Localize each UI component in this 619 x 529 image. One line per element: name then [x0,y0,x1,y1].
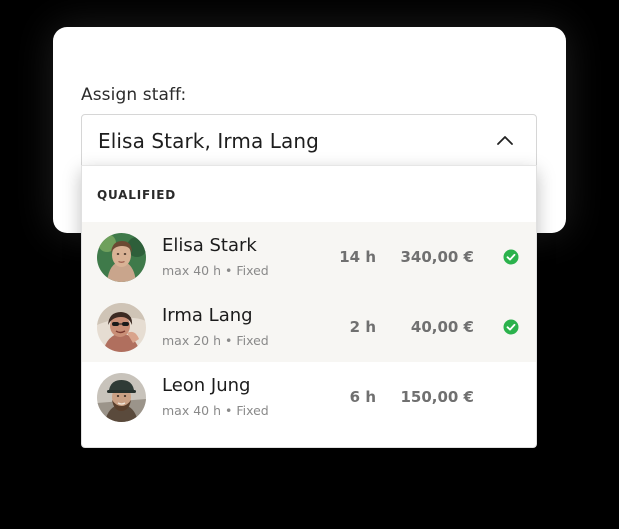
staff-select[interactable]: Elisa Stark, Irma Lang [81,114,537,166]
section-header-qualified: QUALIFIED [97,188,176,202]
avatar [97,233,146,282]
staff-cost: 150,00 € [400,388,474,406]
assign-staff-label: Assign staff: [81,85,187,105]
staff-option-irma-lang[interactable]: Irma Lang max 20 h • Fixed 2 h 40,00 € [82,292,536,362]
staff-hours: 2 h [349,318,376,336]
staff-dropdown-list: QUALIFIED Elisa Stark max 40 h • Fixed 1… [81,165,537,448]
avatar [97,303,146,352]
staff-hours: 6 h [349,388,376,406]
check-circle-icon [503,319,519,335]
staff-name: Elisa Stark [162,235,257,256]
staff-contract-info: max 40 h • Fixed [162,263,269,278]
staff-option-elisa-stark[interactable]: Elisa Stark max 40 h • Fixed 14 h 340,00… [82,222,536,292]
staff-name: Leon Jung [162,375,251,396]
staff-option-leon-jung[interactable]: Leon Jung max 40 h • Fixed 6 h 150,00 € [82,362,536,432]
staff-hours: 14 h [339,248,376,266]
chevron-up-icon[interactable] [496,132,514,146]
staff-contract-info: max 40 h • Fixed [162,403,269,418]
staff-cost: 340,00 € [400,248,474,266]
staff-contract-info: max 20 h • Fixed [162,333,269,348]
staff-name: Irma Lang [162,305,253,326]
check-circle-icon [503,249,519,265]
avatar [97,373,146,422]
staff-select-value: Elisa Stark, Irma Lang [98,129,319,153]
staff-cost: 40,00 € [410,318,474,336]
